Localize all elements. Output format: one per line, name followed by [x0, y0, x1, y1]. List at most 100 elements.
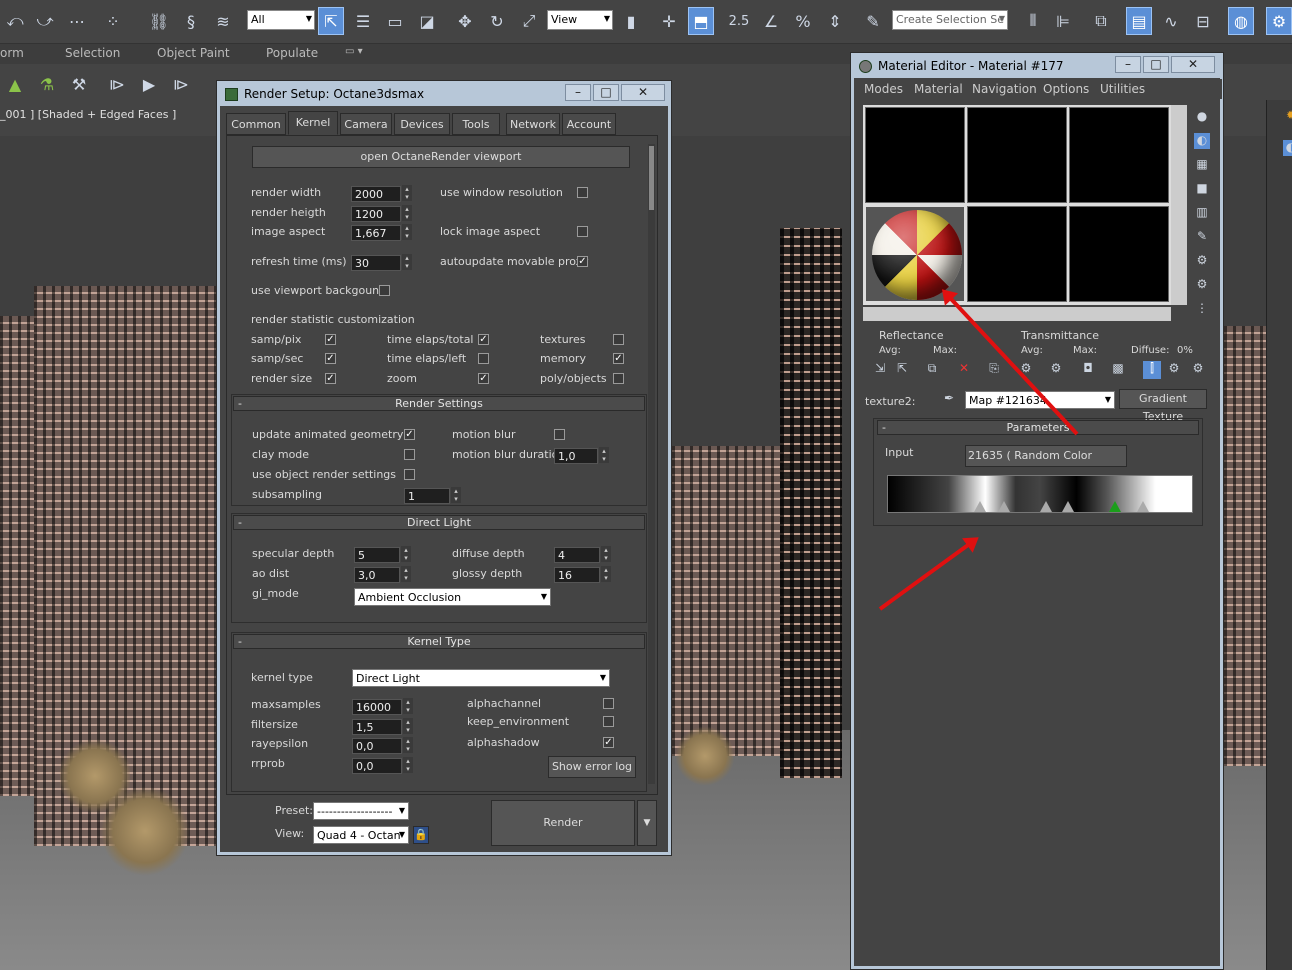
- make-preview-icon[interactable]: ✎: [1194, 229, 1210, 245]
- material-editor-icon[interactable]: ◍: [1228, 7, 1254, 35]
- sample-slot[interactable]: [967, 107, 1067, 203]
- filtersize-input[interactable]: 1,5: [352, 718, 413, 735]
- slots-vertical-scrollbar[interactable]: [1171, 105, 1187, 305]
- select-object-icon[interactable]: ⇱: [318, 7, 344, 35]
- rayepsilon-input[interactable]: 0,0: [352, 737, 413, 754]
- subsampling-input[interactable]: 1: [404, 487, 461, 504]
- tab-tools[interactable]: Tools: [452, 113, 500, 135]
- clay-mode-checkbox[interactable]: [404, 449, 415, 460]
- select-by-material-icon[interactable]: ⚙: [1194, 277, 1210, 293]
- preset-dropdown[interactable]: -------------------: [313, 802, 409, 820]
- sun-icon[interactable]: ✹: [1283, 108, 1292, 124]
- curve-editor-icon[interactable]: ∿: [1158, 7, 1184, 35]
- render-settings-header[interactable]: - Render Settings: [233, 396, 645, 411]
- sample-slot[interactable]: [1069, 206, 1169, 302]
- gradient-flag[interactable]: [974, 501, 986, 512]
- ao-dist-input[interactable]: 3,0: [354, 566, 411, 583]
- gradient-flag[interactable]: [1040, 501, 1052, 512]
- direct-light-header[interactable]: - Direct Light: [233, 515, 645, 530]
- minimize-button[interactable]: –: [565, 84, 591, 101]
- maximize-button[interactable]: □: [593, 84, 619, 101]
- menu-material[interactable]: Material: [914, 82, 963, 96]
- kernel-type-dropdown[interactable]: Direct Light: [352, 669, 610, 687]
- move-icon[interactable]: ✥: [452, 7, 478, 35]
- render-setup-icon[interactable]: ⚙: [1266, 7, 1292, 35]
- samp-sec-checkbox[interactable]: ✓: [325, 353, 336, 364]
- render-options-dropdown-icon[interactable]: ▼: [637, 800, 657, 846]
- assign-material-icon[interactable]: ⧉: [923, 361, 941, 379]
- rectangle-selection-icon[interactable]: ▭: [382, 7, 408, 35]
- render-height-input[interactable]: 1200: [351, 205, 412, 222]
- gradient-ramp[interactable]: [887, 475, 1193, 513]
- snaps-toggle-icon[interactable]: 2.5: [726, 7, 752, 35]
- gi-mode-dropdown[interactable]: Ambient Occlusion: [354, 588, 551, 606]
- motion-blur-duration-input[interactable]: 1,0: [554, 447, 609, 464]
- gradient-flag[interactable]: [1062, 501, 1074, 512]
- go-to-parent-icon[interactable]: ⚙: [1165, 361, 1183, 379]
- scrollbar-track[interactable]: [648, 144, 655, 784]
- samp-pix-checkbox[interactable]: ✓: [325, 334, 336, 345]
- tab-camera[interactable]: Camera: [340, 113, 392, 135]
- menu-options[interactable]: Options: [1043, 82, 1089, 96]
- put-to-scene-icon[interactable]: ⇱: [893, 361, 911, 379]
- diffuse-depth-input[interactable]: 4: [554, 546, 611, 563]
- maxsamples-input[interactable]: 16000: [352, 698, 413, 715]
- video-color-check-icon[interactable]: ▥: [1194, 205, 1210, 221]
- undo-icon[interactable]: ⤺: [2, 7, 28, 35]
- map-type-button[interactable]: Gradient Texture: [1119, 389, 1207, 423]
- motion-blur-checkbox[interactable]: [554, 429, 565, 440]
- update-geometry-checkbox[interactable]: ✓: [404, 429, 415, 440]
- specular-depth-input[interactable]: 5: [354, 546, 411, 563]
- use-window-resolution-checkbox[interactable]: [577, 187, 588, 198]
- named-selection-set-input[interactable]: Create Selection Se: [892, 10, 1008, 30]
- render-button[interactable]: Render: [491, 800, 635, 846]
- lock-icon[interactable]: 🔒: [413, 826, 429, 844]
- pivot-center-icon[interactable]: ▮: [618, 7, 644, 35]
- ribbon-tab-freeform[interactable]: orm: [0, 46, 24, 60]
- edit-named-selection-icon[interactable]: ✎: [860, 7, 886, 35]
- select-link-icon[interactable]: ⛓: [146, 7, 172, 35]
- render-size-checkbox[interactable]: ✓: [325, 373, 336, 384]
- schematic-view-icon[interactable]: ⊟: [1190, 7, 1216, 35]
- time-total-checkbox[interactable]: ✓: [478, 334, 489, 345]
- rrprob-input[interactable]: 0,0: [352, 757, 413, 774]
- close-button[interactable]: ✕: [1171, 56, 1215, 73]
- angle-snap-icon[interactable]: ∠: [758, 7, 784, 35]
- parameters-header[interactable]: - Parameters: [877, 420, 1199, 435]
- time-left-checkbox[interactable]: [478, 353, 489, 364]
- kernel-type-header[interactable]: - Kernel Type: [233, 634, 645, 649]
- rotate-icon[interactable]: ↻: [484, 7, 510, 35]
- redo-icon[interactable]: ⤻: [32, 7, 58, 35]
- zoom-checkbox[interactable]: ✓: [478, 373, 489, 384]
- gradient-flag[interactable]: [1137, 501, 1149, 512]
- menu-navigation[interactable]: Navigation: [972, 82, 1037, 96]
- flask-icon[interactable]: ⚗: [34, 70, 60, 98]
- ribbon-tab-populate[interactable]: Populate: [266, 46, 318, 60]
- layer-manager-icon[interactable]: ⧉: [1088, 7, 1114, 35]
- tab-network[interactable]: Network: [506, 113, 560, 135]
- view-dropdown[interactable]: Quad 4 - Octan: [313, 826, 409, 844]
- tab-account[interactable]: Account: [562, 113, 616, 135]
- slots-horizontal-scrollbar[interactable]: [863, 307, 1171, 321]
- image-aspect-input[interactable]: 1,667: [351, 224, 412, 241]
- glossy-depth-input[interactable]: 16: [554, 566, 611, 583]
- get-material-icon[interactable]: ⇲: [871, 361, 889, 379]
- show-error-log-button[interactable]: Show error log: [548, 756, 636, 778]
- maximize-button[interactable]: □: [1143, 56, 1169, 73]
- selection-filter-dropdown[interactable]: All: [247, 10, 315, 30]
- tab-common[interactable]: Common: [226, 113, 286, 135]
- link-icon[interactable]: ⋯: [64, 7, 90, 35]
- keyboard-shortcut-override-icon[interactable]: ⬒: [688, 7, 714, 35]
- tab-kernel[interactable]: Kernel: [288, 111, 338, 135]
- scene-explorer-icon[interactable]: ▤: [1126, 7, 1152, 35]
- unlink-icon[interactable]: §: [178, 7, 204, 35]
- material-navigator-icon[interactable]: ⋮: [1194, 301, 1210, 317]
- gradient-flag[interactable]: [998, 501, 1010, 512]
- reset-map-icon[interactable]: ✕: [955, 361, 973, 379]
- use-viewport-background-checkbox[interactable]: [379, 285, 390, 296]
- gradient-flag-selected[interactable]: [1109, 501, 1121, 512]
- spinner-snap-icon[interactable]: ⇕: [822, 7, 848, 35]
- input-texture-button[interactable]: 21635 ( Random Color Texture ): [965, 445, 1127, 467]
- material-id-channel-icon[interactable]: ◘: [1079, 361, 1097, 379]
- alphachannel-checkbox[interactable]: [603, 698, 614, 709]
